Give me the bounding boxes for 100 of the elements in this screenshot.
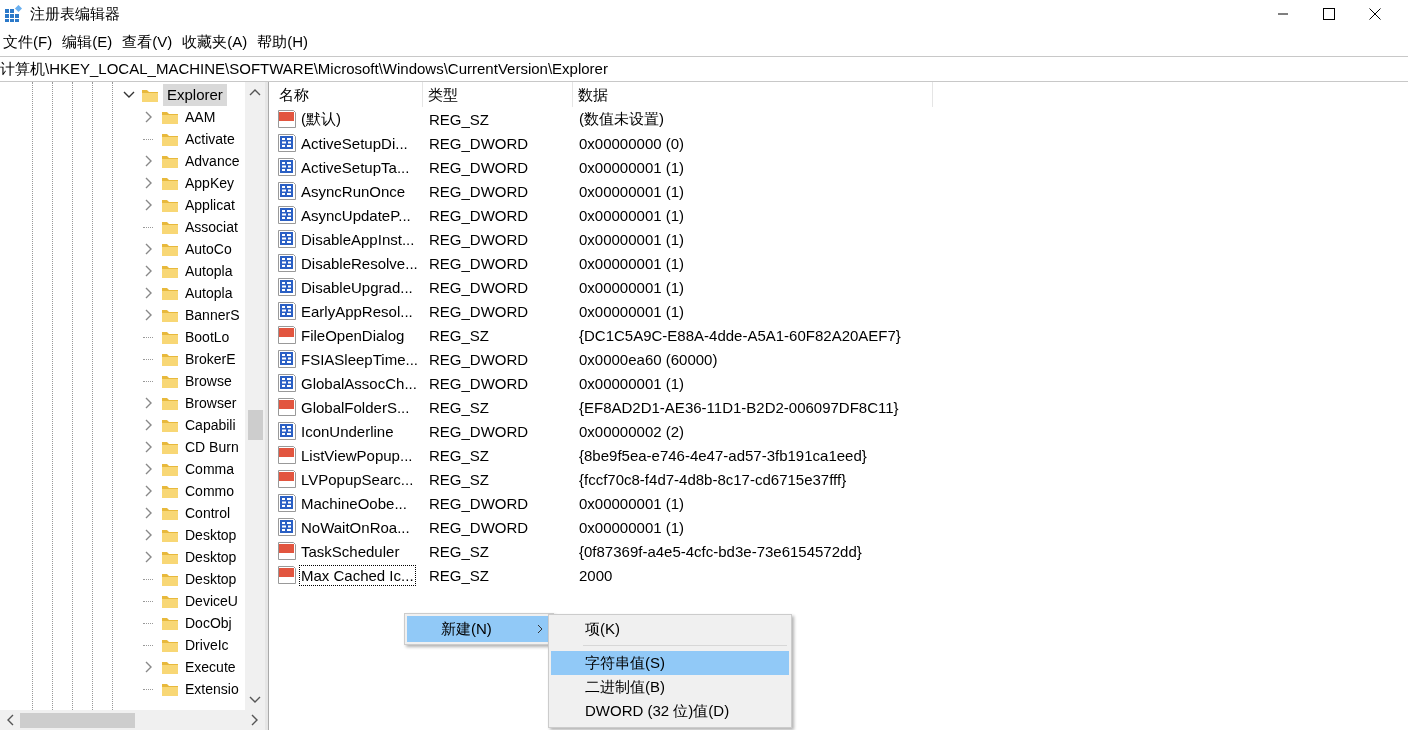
menu-item[interactable]: 编辑(E): [59, 32, 120, 52]
column-header[interactable]: 类型: [423, 82, 573, 107]
expand-chevron-icon[interactable]: [145, 419, 153, 431]
horizontal-scrollbar[interactable]: [0, 710, 265, 730]
folder-icon: [161, 373, 179, 389]
expand-chevron-icon[interactable]: [145, 463, 153, 475]
table-cell-text: REG_SZ: [428, 110, 490, 128]
expand-chevron-icon[interactable]: [145, 265, 153, 277]
tree-item[interactable]: Execute: [183, 656, 238, 678]
menu-item[interactable]: DWORD (32 位)值(D): [551, 699, 789, 723]
expand-chevron-icon[interactable]: [145, 111, 153, 123]
menu-item[interactable]: 文件(F): [0, 32, 60, 52]
tree-item[interactable]: BrokerE: [183, 348, 238, 370]
folder-icon: [161, 681, 179, 697]
tree-item[interactable]: Extensio: [183, 678, 241, 700]
value-name[interactable]: GlobalAssocCh...: [299, 372, 419, 394]
tree-item[interactable]: CD Burn: [183, 436, 241, 458]
tree-item[interactable]: Desktop: [183, 524, 239, 546]
value-name[interactable]: EarlyAppResol...: [299, 300, 415, 322]
menu-item[interactable]: 帮助(H): [254, 32, 315, 52]
menu-item[interactable]: 新建(N): [407, 616, 551, 642]
value-name[interactable]: NoWaitOnRoa...: [299, 516, 412, 538]
value-name[interactable]: LVPopupSearc...: [299, 468, 416, 490]
collapse-chevron-icon[interactable]: [122, 91, 136, 99]
expand-chevron-icon[interactable]: [145, 309, 153, 321]
address-bar[interactable]: 计算机\HKEY_LOCAL_MACHINE\SOFTWARE\Microsoft\Windows\CurrentVersion\Explorer: [0, 56, 1408, 82]
tree-item[interactable]: Explorer: [163, 84, 227, 106]
value-name[interactable]: FileOpenDialog: [299, 324, 407, 346]
tree-item[interactable]: Advance: [183, 150, 242, 172]
table-cell-text: REG_SZ: [428, 566, 490, 584]
tree-item[interactable]: Activate: [183, 128, 237, 150]
expand-chevron-icon[interactable]: [145, 287, 153, 299]
scrollbar-thumb[interactable]: [248, 410, 263, 440]
expand-chevron-icon[interactable]: [145, 243, 153, 255]
maximize-icon: [1323, 8, 1335, 20]
value-name[interactable]: (默认): [299, 107, 343, 131]
tree-item[interactable]: BannerS: [183, 304, 242, 326]
value-name[interactable]: MachineOobe...: [299, 492, 409, 514]
tree-item[interactable]: BootLo: [183, 326, 232, 348]
table-cell-text: REG_DWORD: [428, 350, 530, 368]
value-name[interactable]: DisableUpgrad...: [299, 276, 415, 298]
folder-icon: [161, 461, 179, 477]
value-name[interactable]: AsyncRunOnce: [299, 180, 408, 202]
column-header[interactable]: 数据: [573, 82, 933, 107]
value-name[interactable]: IconUnderline: [299, 420, 396, 442]
table-cell-text: REG_DWORD: [428, 494, 530, 512]
tree-item[interactable]: AAM: [183, 106, 218, 128]
tree-item[interactable]: Browser: [183, 392, 239, 414]
tree-item[interactable]: Control: [183, 502, 233, 524]
tree-item[interactable]: DocObj: [183, 612, 234, 634]
value-name[interactable]: ListViewPopup...: [299, 444, 415, 466]
table-cell-text: {0f87369f-a4e5-4cfc-bd3e-73e6154572dd}: [578, 542, 862, 560]
menu-item[interactable]: 二进制值(B): [551, 675, 789, 699]
expand-chevron-icon[interactable]: [145, 551, 153, 563]
table-cell-text: 0x00000000 (0): [578, 134, 685, 152]
tree-item[interactable]: Desktop: [183, 546, 239, 568]
tree-item[interactable]: Applicat: [183, 194, 237, 216]
folder-icon: [161, 395, 179, 411]
tree-item[interactable]: DriveIc: [183, 634, 231, 656]
menu-item[interactable]: 项(K): [551, 617, 789, 641]
menu-item[interactable]: 字符串值(S): [551, 651, 789, 675]
tree-item[interactable]: Comma: [183, 458, 236, 480]
value-name[interactable]: ActiveSetupTa...: [299, 156, 412, 178]
value-name[interactable]: DisableResolve...: [299, 252, 420, 274]
vertical-scrollbar[interactable]: [245, 82, 265, 710]
folder-icon: [161, 659, 179, 675]
expand-chevron-icon[interactable]: [145, 155, 153, 167]
folder-icon: [161, 593, 179, 609]
tree-item[interactable]: Desktop: [183, 568, 239, 590]
folder-icon: [161, 285, 179, 301]
expand-chevron-icon[interactable]: [145, 529, 153, 541]
value-name[interactable]: Max Cached Ic...: [299, 564, 416, 586]
expand-chevron-icon[interactable]: [145, 199, 153, 211]
column-header[interactable]: 名称: [269, 82, 423, 107]
expand-chevron-icon[interactable]: [145, 177, 153, 189]
expand-chevron-icon[interactable]: [145, 441, 153, 453]
expand-chevron-icon[interactable]: [145, 485, 153, 497]
value-name[interactable]: AsyncUpdateP...: [299, 204, 413, 226]
value-name[interactable]: TaskScheduler: [299, 540, 402, 562]
tree-item[interactable]: Associat: [183, 216, 240, 238]
tree-item[interactable]: Autopla: [183, 260, 235, 282]
tree-item[interactable]: Commo: [183, 480, 236, 502]
value-name[interactable]: ActiveSetupDi...: [299, 132, 410, 154]
expand-chevron-icon[interactable]: [145, 397, 153, 409]
tree-item[interactable]: DeviceU: [183, 590, 240, 612]
value-name[interactable]: DisableAppInst...: [299, 228, 417, 250]
value-name[interactable]: GlobalFolderS...: [299, 396, 412, 418]
menu-item[interactable]: 收藏夹(A): [179, 32, 255, 52]
table-cell-text: {fccf70c8-f4d7-4d8b-8c17-cd6715e37fff}: [578, 470, 847, 488]
scrollbar-thumb[interactable]: [20, 713, 135, 728]
expand-chevron-icon[interactable]: [145, 661, 153, 673]
table-cell-text: REG_DWORD: [428, 206, 530, 224]
tree-item[interactable]: Browse: [183, 370, 234, 392]
menu-item[interactable]: 查看(V): [119, 32, 180, 52]
expand-chevron-icon[interactable]: [145, 507, 153, 519]
tree-item[interactable]: Capabili: [183, 414, 238, 436]
value-name[interactable]: FSIASleepTime...: [299, 348, 420, 370]
tree-item[interactable]: AppKey: [183, 172, 237, 194]
tree-item[interactable]: AutoCo: [183, 238, 234, 260]
tree-item[interactable]: Autopla: [183, 282, 235, 304]
